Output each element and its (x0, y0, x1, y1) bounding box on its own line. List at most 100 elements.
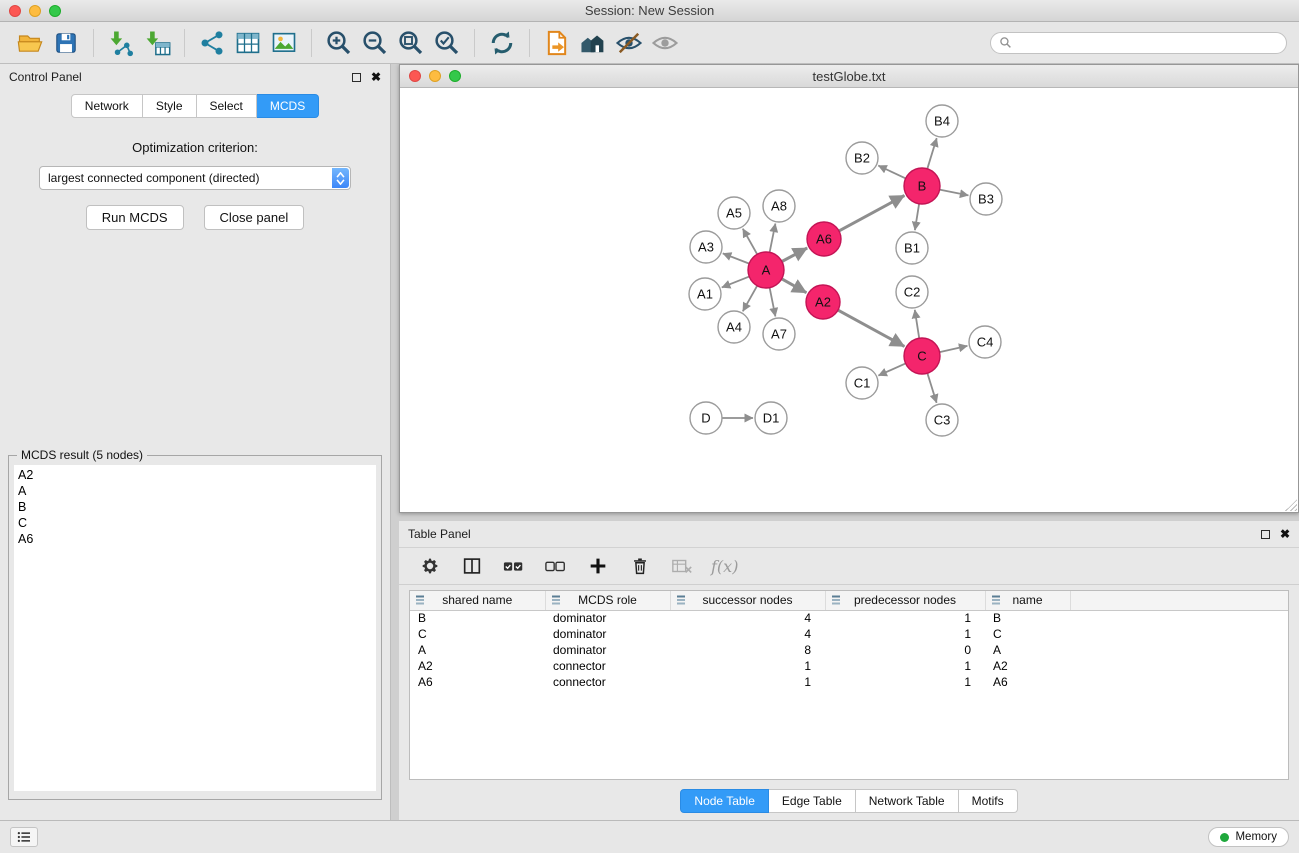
show-panels-button[interactable] (10, 827, 38, 847)
table-row[interactable]: Adominator80A (410, 642, 1288, 658)
close-window-button[interactable] (9, 5, 21, 17)
graph-node-A4[interactable]: A4 (718, 311, 750, 343)
graph-node-B2[interactable]: B2 (846, 142, 878, 174)
show-columns-button[interactable] (459, 553, 485, 579)
graph-edge[interactable] (878, 166, 905, 179)
export-image-button[interactable] (266, 26, 302, 60)
toolbar-search[interactable] (990, 32, 1287, 54)
float-table-panel-icon[interactable] (1261, 530, 1270, 539)
graph-node-D1[interactable]: D1 (755, 402, 787, 434)
column-header-predecessor-nodes[interactable]: predecessor nodes (825, 591, 985, 610)
graph-edge[interactable] (723, 253, 749, 263)
graph-edge[interactable] (782, 279, 807, 293)
graph-node-C1[interactable]: C1 (846, 367, 878, 399)
add-column-button[interactable] (585, 553, 611, 579)
graph-node-C4[interactable]: C4 (969, 326, 1001, 358)
run-mcds-button[interactable]: Run MCDS (86, 205, 184, 230)
close-panel-button[interactable]: Close panel (204, 205, 305, 230)
new-network-button[interactable] (194, 26, 230, 60)
graph-edge[interactable] (838, 310, 905, 346)
table-row[interactable]: Cdominator41C (410, 626, 1288, 642)
graph-node-D[interactable]: D (690, 402, 722, 434)
graph-node-B3[interactable]: B3 (970, 183, 1002, 215)
minimize-network-window-button[interactable] (429, 70, 441, 82)
table-row[interactable]: A2connector11A2 (410, 658, 1288, 674)
graph-node-C3[interactable]: C3 (926, 404, 958, 436)
graph-node-C2[interactable]: C2 (896, 276, 928, 308)
float-panel-icon[interactable] (352, 73, 361, 82)
table-settings-button[interactable] (417, 553, 443, 579)
graph-node-B4[interactable]: B4 (926, 105, 958, 137)
delete-column-button[interactable] (627, 553, 653, 579)
graph-edge[interactable] (743, 286, 757, 312)
table-row[interactable]: Bdominator41B (410, 610, 1288, 626)
select-all-button[interactable] (501, 553, 527, 579)
graph-node-C[interactable]: C (904, 338, 940, 374)
minimize-window-button[interactable] (29, 5, 41, 17)
graph-node-A[interactable]: A (748, 252, 784, 288)
open-document-button[interactable] (539, 26, 575, 60)
neighbors-button[interactable] (575, 26, 611, 60)
graph-node-A6[interactable]: A6 (807, 222, 841, 256)
column-header-successor-nodes[interactable]: successor nodes (670, 591, 825, 610)
table-row[interactable]: A6connector11A6 (410, 674, 1288, 690)
graph-edge[interactable] (839, 196, 904, 231)
graph-node-A8[interactable]: A8 (763, 190, 795, 222)
table-tab-network-table[interactable]: Network Table (856, 789, 959, 813)
close-panel-icon[interactable]: ✖ (371, 71, 381, 83)
tab-style[interactable]: Style (143, 94, 197, 118)
mcds-result-list[interactable]: A2ABCA6 (14, 465, 376, 791)
tab-mcds[interactable]: MCDS (257, 94, 319, 118)
close-network-window-button[interactable] (409, 70, 421, 82)
graph-edge[interactable] (743, 229, 757, 255)
graph-node-B[interactable]: B (904, 168, 940, 204)
result-item[interactable]: A6 (18, 531, 372, 547)
save-session-button[interactable] (48, 26, 84, 60)
graph-node-A5[interactable]: A5 (718, 197, 750, 229)
zoom-selected-button[interactable] (429, 26, 465, 60)
deselect-all-button[interactable] (543, 553, 569, 579)
zoom-out-button[interactable] (357, 26, 393, 60)
tab-select[interactable]: Select (197, 94, 257, 118)
graph-edge[interactable] (770, 224, 776, 253)
table-tab-node-table[interactable]: Node Table (680, 789, 769, 813)
open-session-button[interactable] (12, 26, 48, 60)
graph-node-A1[interactable]: A1 (689, 278, 721, 310)
apply-layout-button[interactable] (484, 26, 520, 60)
close-table-panel-icon[interactable]: ✖ (1280, 528, 1290, 540)
graph-node-A7[interactable]: A7 (763, 318, 795, 350)
resize-grip[interactable] (1285, 499, 1297, 511)
table-tab-motifs[interactable]: Motifs (959, 789, 1018, 813)
function-builder-button[interactable]: f(x) (711, 557, 738, 576)
graph-node-A2[interactable]: A2 (806, 285, 840, 319)
delete-table-button[interactable] (669, 553, 695, 579)
hide-details-button[interactable] (611, 26, 647, 60)
search-input[interactable] (1017, 36, 1278, 50)
graph-edge[interactable] (915, 310, 919, 338)
column-header-shared-name[interactable]: shared name (410, 591, 545, 610)
result-item[interactable]: C (18, 515, 372, 531)
graph-node-A3[interactable]: A3 (690, 231, 722, 263)
graph-edge[interactable] (927, 373, 936, 403)
graph-edge[interactable] (915, 204, 919, 230)
column-header-name[interactable]: name (985, 591, 1070, 610)
import-network-button[interactable] (103, 26, 139, 60)
graph-node-B1[interactable]: B1 (896, 232, 928, 264)
zoom-fit-button[interactable] (393, 26, 429, 60)
graph-edge[interactable] (940, 346, 968, 352)
network-canvas[interactable]: B4 B2 B B3 A5 A8 A6 B1 A3 A A1 A2 C2 A4 A7 C4 C C1 C3 D D1 (400, 88, 1298, 512)
import-table-button[interactable] (139, 26, 175, 60)
column-header-mcds-role[interactable]: MCDS role (545, 591, 670, 610)
show-details-button[interactable] (647, 26, 683, 60)
table-tab-edge-table[interactable]: Edge Table (769, 789, 856, 813)
result-item[interactable]: A2 (18, 467, 372, 483)
graph-edge[interactable] (940, 190, 969, 196)
zoom-window-button[interactable] (49, 5, 61, 17)
memory-button[interactable]: Memory (1208, 827, 1289, 847)
graph-edge[interactable] (927, 138, 936, 169)
zoom-in-button[interactable] (321, 26, 357, 60)
graph-edge[interactable] (782, 248, 807, 262)
result-item[interactable]: A (18, 483, 372, 499)
criterion-dropdown[interactable]: largest connected component (directed) (39, 166, 351, 190)
new-table-button[interactable] (230, 26, 266, 60)
